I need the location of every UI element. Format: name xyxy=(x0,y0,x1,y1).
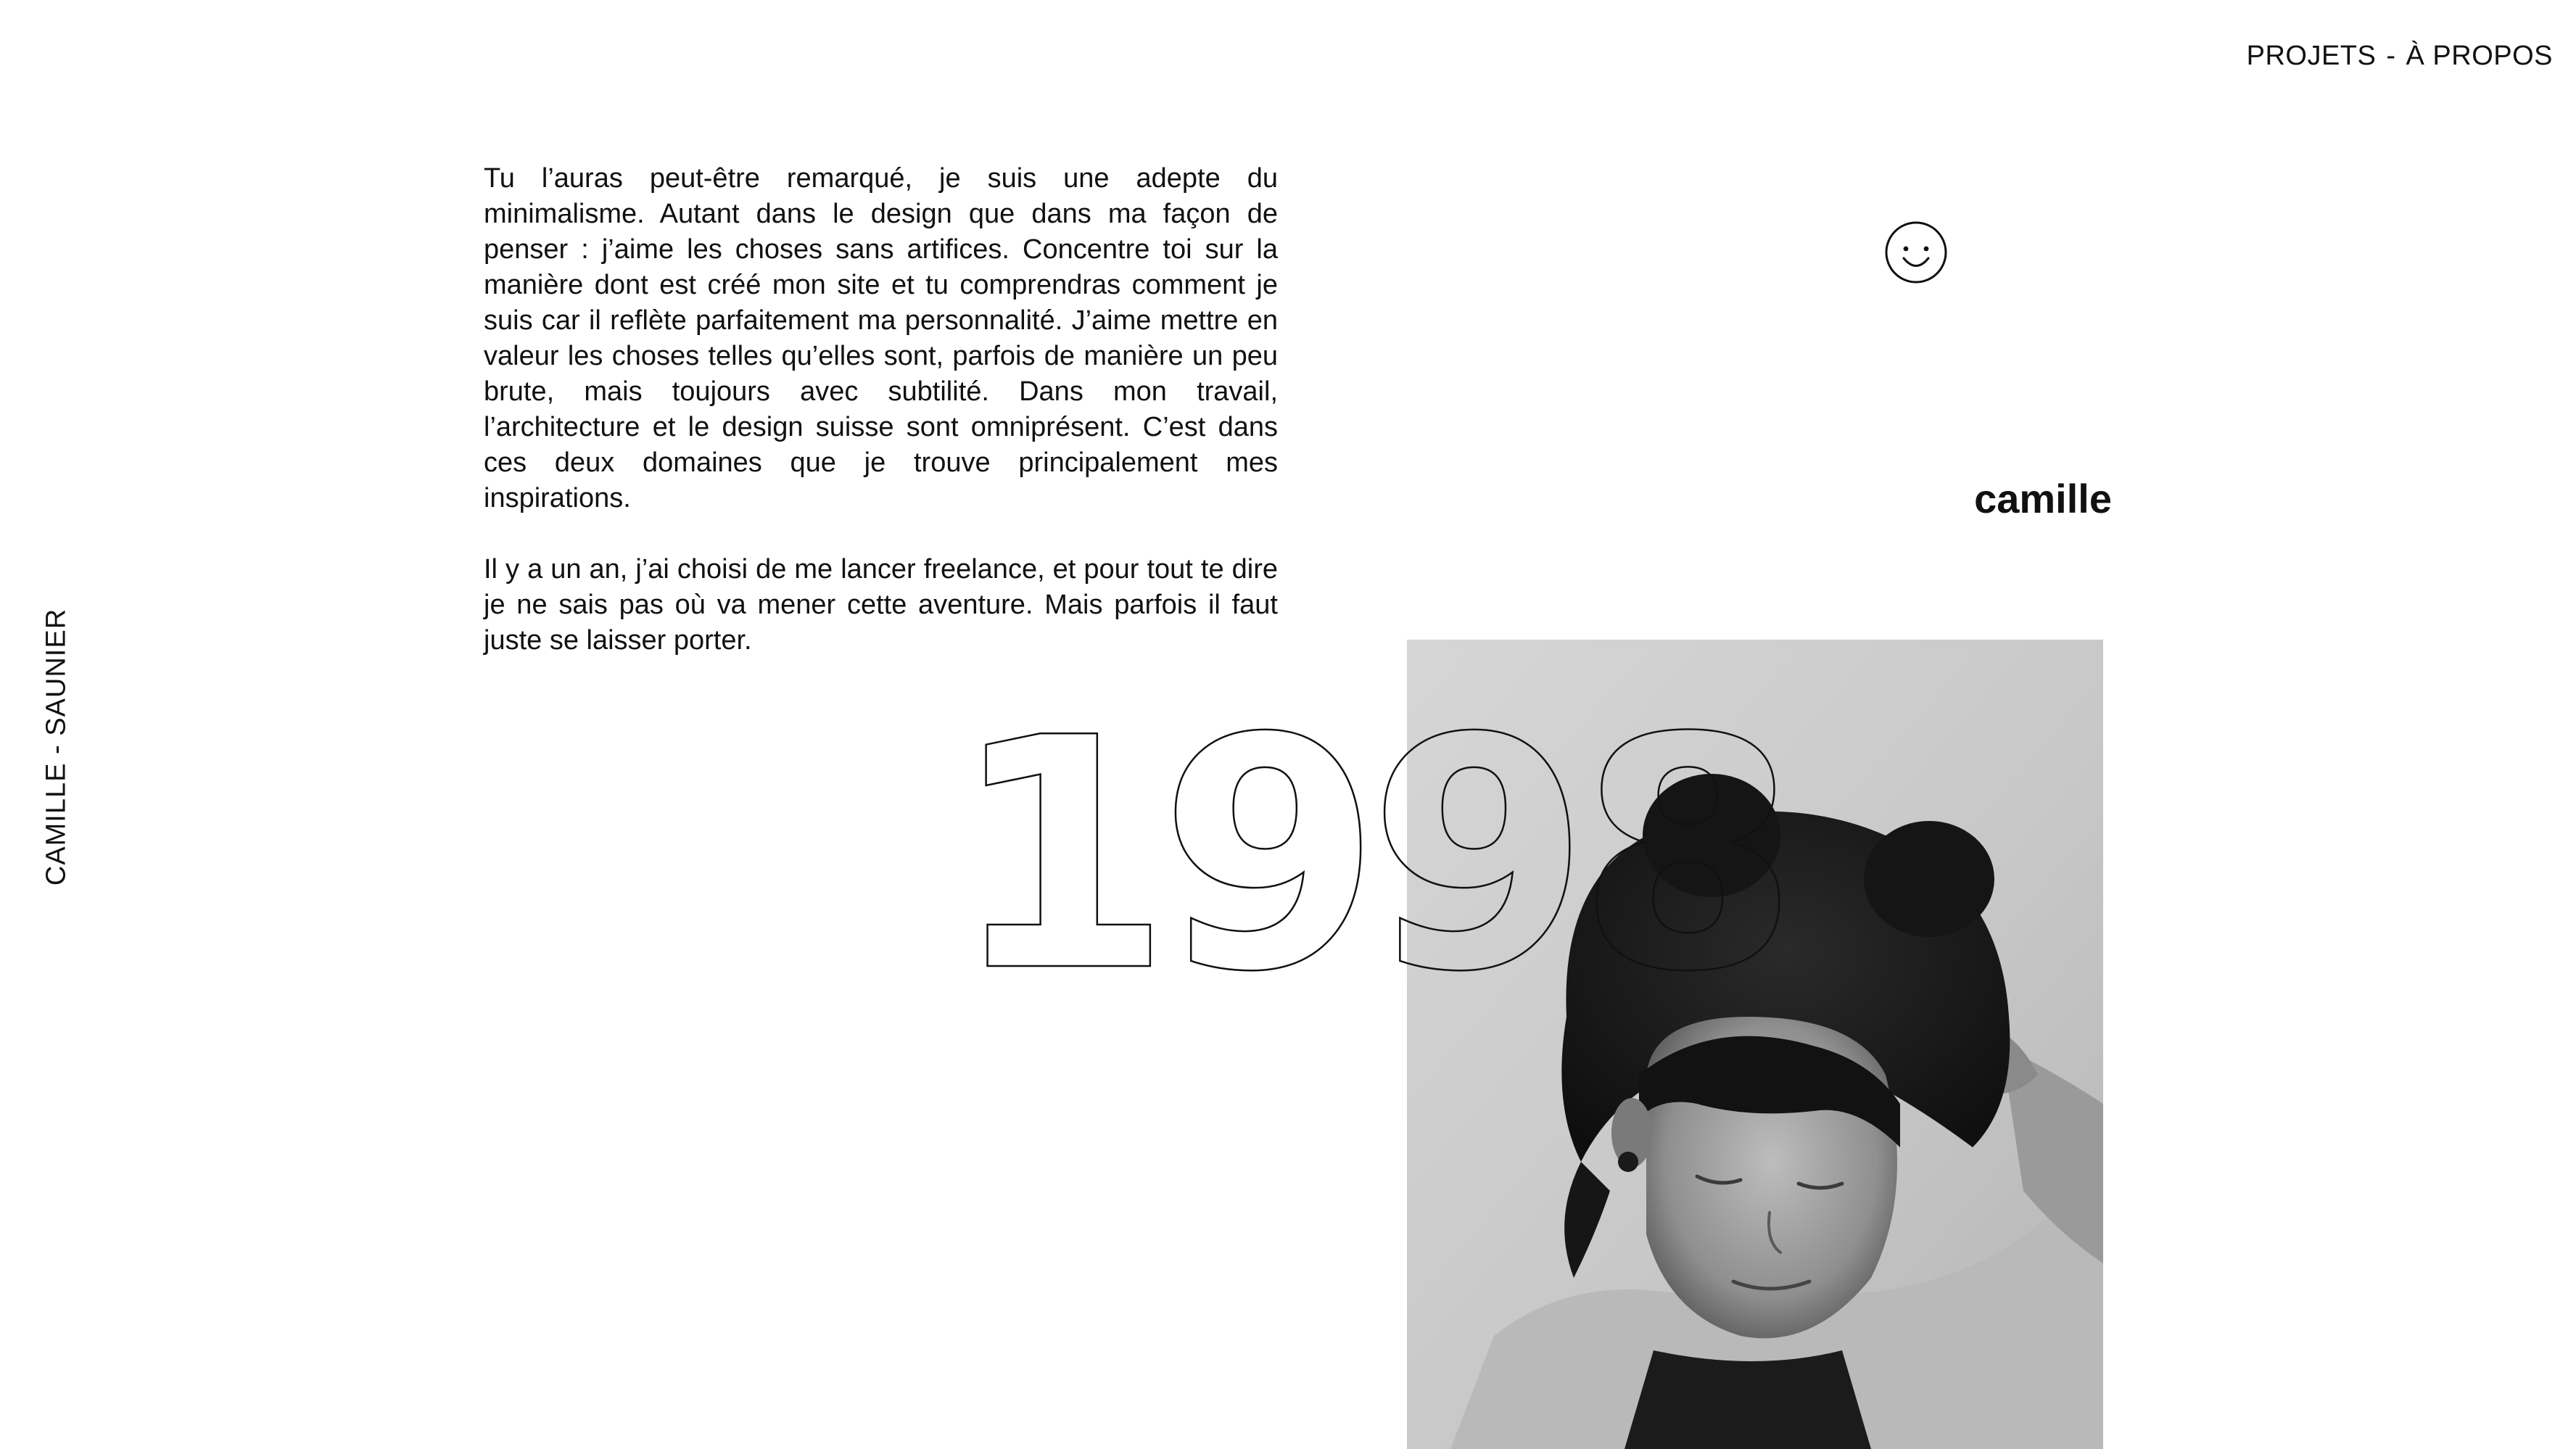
birth-year-outline: 1998 xyxy=(949,670,1800,1041)
nav-separator: - xyxy=(2386,41,2396,71)
nav-link-projects[interactable]: PROJETS xyxy=(2247,41,2377,72)
smiley-face-icon xyxy=(1883,220,1949,285)
top-navigation: PROJETS - À PROPOS xyxy=(2247,41,2553,72)
nav-link-about[interactable]: À PROPOS xyxy=(2406,41,2554,72)
about-paragraph-2: Il y a un an, j’ai choisi de me lancer f… xyxy=(484,554,1278,656)
about-text: Tu l’auras peut-être remarqué, je suis u… xyxy=(484,161,1278,659)
first-name-label: camille xyxy=(1974,476,2112,521)
about-paragraph-1: Tu l’auras peut-être remarqué, je suis u… xyxy=(484,163,1278,513)
side-site-name[interactable]: CAMILLE - SAUNIER xyxy=(41,608,73,886)
